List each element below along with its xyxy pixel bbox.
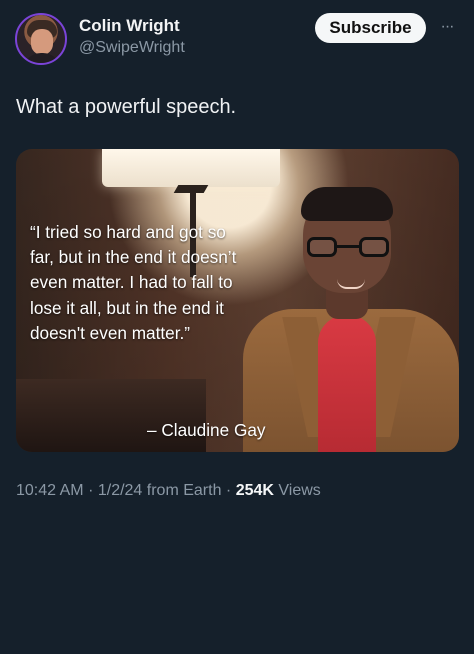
quote-text: “I tried so hard and got so far, but in … [30,222,237,343]
post-media[interactable]: “I tried so hard and got so far, but in … [16,149,459,452]
quote-attribution: – Claudine Gay [147,420,266,440]
lampshade [102,149,280,187]
more-icon[interactable]: ··· [438,18,456,36]
person-hair [301,187,393,221]
glasses-right-lens [359,237,389,257]
subscribe-button[interactable]: Subscribe [315,13,426,43]
post-time[interactable]: 10:42 AM [16,482,84,499]
author-handle[interactable]: @SwipeWright [79,39,185,57]
post-source: from Earth [146,482,222,499]
person-glasses [307,237,389,261]
post-date[interactable]: 1/2/24 [98,482,142,499]
meta-separator-2: · [225,482,236,499]
profile-avatar[interactable] [15,13,67,65]
post-meta: 10:42 AM · 1/2/24 from Earth · 254K View… [16,481,321,501]
views-count: 254K [235,482,274,499]
post-header: Colin Wright @SwipeWright Subscribe ··· [0,0,474,80]
views-label: Views [278,482,321,499]
glasses-bridge [337,245,359,248]
person-sweater [318,315,376,452]
avatar-body [23,53,61,63]
avatar-face [31,29,53,55]
meta-separator-1: · [88,482,98,499]
quote-block: “I tried so hard and got so far, but in … [30,220,290,346]
author-name[interactable]: Colin Wright [79,16,180,36]
side-table [16,379,206,452]
glasses-left-lens [307,237,337,257]
post-text: What a powerful speech. [16,96,237,118]
